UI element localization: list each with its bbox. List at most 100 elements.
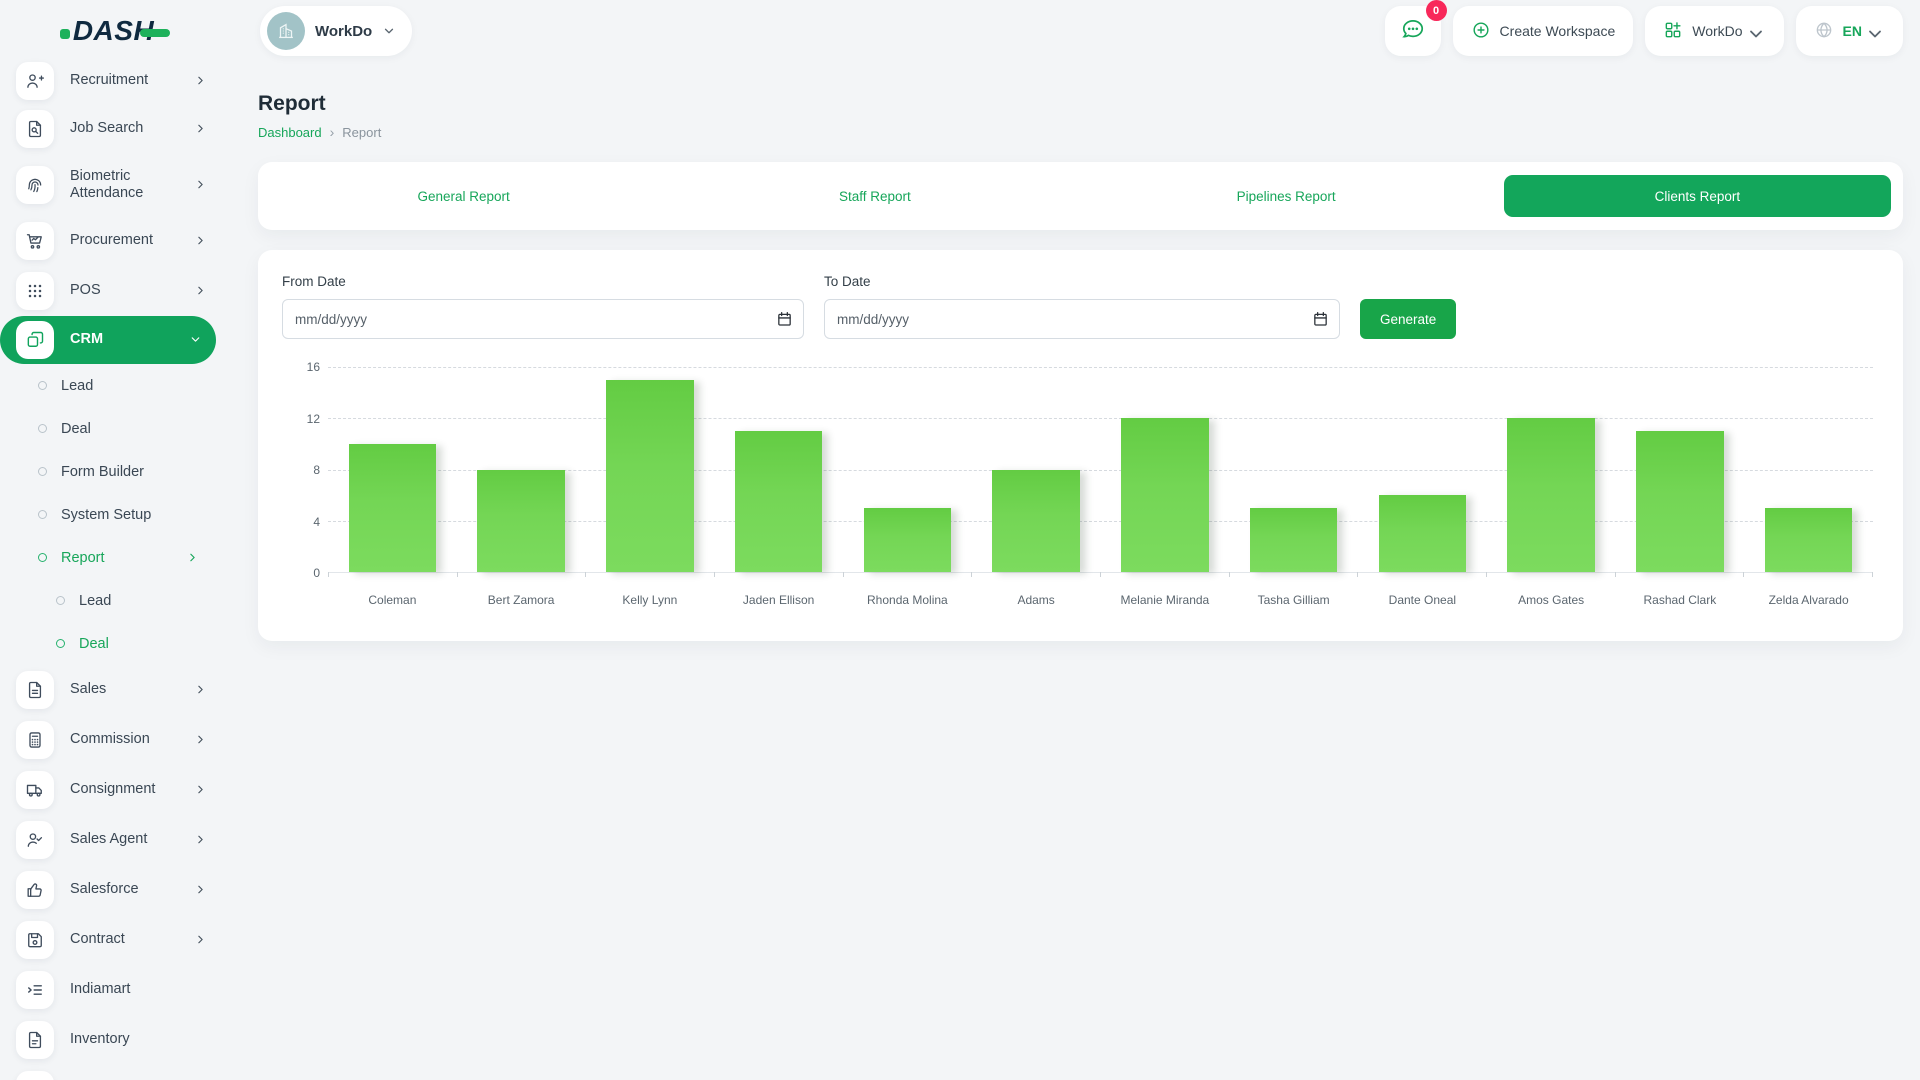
sidebar-item-label: Salesforce xyxy=(70,881,139,898)
sidebar-item-form-builder[interactable]: Form Builder xyxy=(0,450,230,493)
sidebar-item-job-search[interactable]: Job Search xyxy=(0,104,230,154)
bar-melanie-miranda[interactable] xyxy=(1121,418,1209,572)
bar-tasha-gilliam[interactable] xyxy=(1250,508,1338,572)
sidebar-item-salesforce[interactable]: Salesforce xyxy=(0,865,230,915)
chart-x-axis: ColemanBert ZamoraKelly LynnJaden Elliso… xyxy=(328,593,1873,607)
sidebar-item-label: Consignment xyxy=(70,781,155,798)
chevron-right-icon xyxy=(194,234,208,248)
sidebar-item-lead[interactable]: Lead xyxy=(0,364,230,407)
messages-button[interactable]: 0 xyxy=(1385,6,1441,56)
calendar-icon[interactable] xyxy=(1312,311,1329,328)
x-tick xyxy=(1100,572,1101,577)
x-tick xyxy=(714,572,715,577)
bar-slot xyxy=(457,367,586,572)
bar-kelly-lynn[interactable] xyxy=(606,380,694,572)
bar-zelda-alvarado[interactable] xyxy=(1765,508,1853,572)
sidebar-item-system-setup[interactable]: System Setup xyxy=(0,493,230,536)
x-category-label: Tasha Gilliam xyxy=(1229,593,1358,607)
tab-general-report[interactable]: General Report xyxy=(270,175,657,217)
to-date-input[interactable] xyxy=(824,299,1340,339)
bar-rashad-clark[interactable] xyxy=(1636,431,1724,572)
sidebar-item-sales[interactable]: Sales xyxy=(0,665,230,715)
calendar-icon[interactable] xyxy=(776,311,793,328)
breadcrumb-current: Report xyxy=(342,125,381,140)
calculator-icon xyxy=(16,721,54,759)
app-logo[interactable]: DASH xyxy=(60,15,170,47)
sidebar-item-label: Sales Agent xyxy=(70,831,147,848)
sidebar-item-label: Commission xyxy=(70,731,150,748)
bar-dante-oneal[interactable] xyxy=(1379,495,1467,572)
sidebar-item-label: Recruitment xyxy=(70,72,148,89)
sidebar-item-commission[interactable]: Commission xyxy=(0,715,230,765)
sidebar-item-label: Sales xyxy=(70,681,106,698)
x-tick xyxy=(457,572,458,577)
x-category-label: Rashad Clark xyxy=(1616,593,1745,607)
x-category-label: Bert Zamora xyxy=(457,593,586,607)
sidebar-item-biometric-attendance[interactable]: Biometric Attendance xyxy=(0,154,230,216)
bar-rhonda-molina[interactable] xyxy=(864,508,952,572)
sidebar-item-pos[interactable]: POS xyxy=(0,266,230,316)
chevron-right-icon xyxy=(194,74,208,88)
tab-clients-report[interactable]: Clients Report xyxy=(1504,175,1891,217)
chevron-right-icon xyxy=(194,833,208,847)
sidebar-item-consignment[interactable]: Consignment xyxy=(0,765,230,815)
workdo-menu-button[interactable]: WorkDo xyxy=(1645,6,1783,56)
create-workspace-button[interactable]: Create Workspace xyxy=(1453,6,1634,56)
sidebar-item-label: Biometric Attendance xyxy=(70,168,182,202)
chevron-right-icon xyxy=(194,883,208,897)
top-bar: DASH WorkDo 0 xyxy=(0,0,1920,62)
x-tick xyxy=(1615,572,1616,577)
x-category-label: Adams xyxy=(972,593,1101,607)
globe-icon xyxy=(1814,20,1834,43)
workspace-selector[interactable]: WorkDo xyxy=(260,6,412,56)
x-tick xyxy=(843,572,844,577)
x-tick xyxy=(1872,572,1873,577)
cart-icon xyxy=(16,222,54,260)
sidebar-item-indiamart[interactable]: Indiamart xyxy=(0,965,230,1015)
bar-slot xyxy=(714,367,843,572)
workspace-name: WorkDo xyxy=(315,23,372,40)
sidebar-item-recruitment[interactable]: Recruitment xyxy=(0,58,230,104)
bar-slot xyxy=(1744,367,1873,572)
sidebar-item-more[interactable] xyxy=(0,1065,230,1080)
sidebar-item-label: Procurement xyxy=(70,232,153,249)
chart-x-ticks xyxy=(328,572,1873,577)
breadcrumb-dashboard-link[interactable]: Dashboard xyxy=(258,125,322,140)
sidebar-item-label: Lead xyxy=(61,378,93,394)
workdo-menu-label: WorkDo xyxy=(1692,23,1742,39)
sidebar-item-label: Contract xyxy=(70,931,125,948)
sidebar-item-sales-agent[interactable]: Sales Agent xyxy=(0,815,230,865)
sidebar-item-crm[interactable]: CRM xyxy=(0,316,216,364)
language-selector[interactable]: EN xyxy=(1796,6,1903,56)
bullet-icon xyxy=(38,424,47,433)
bar-amos-gates[interactable] xyxy=(1507,418,1595,572)
bar-adams[interactable] xyxy=(992,470,1080,573)
sidebar-item-label: CRM xyxy=(70,331,103,348)
x-tick xyxy=(971,572,972,577)
generate-button[interactable]: Generate xyxy=(1360,299,1456,339)
sidebar-item-report[interactable]: Report xyxy=(0,536,230,579)
sidebar-item-deal[interactable]: Deal xyxy=(0,407,230,450)
tab-slot: Staff Report xyxy=(669,162,1080,230)
bar-slot xyxy=(586,367,715,572)
sidebar-item-lead[interactable]: Lead xyxy=(0,579,230,622)
tab-staff-report[interactable]: Staff Report xyxy=(681,175,1068,217)
x-tick xyxy=(1743,572,1744,577)
main-content: Report Dashboard › Report General Report… xyxy=(230,62,1920,641)
messages-badge: 0 xyxy=(1426,0,1447,21)
tab-slot: Clients Report xyxy=(1492,162,1903,230)
sidebar-item-procurement[interactable]: Procurement xyxy=(0,216,230,266)
from-date-input[interactable] xyxy=(282,299,804,339)
sidebar-item-deal[interactable]: Deal xyxy=(0,622,230,665)
bar-coleman[interactable] xyxy=(349,444,437,572)
tab-pipelines-report[interactable]: Pipelines Report xyxy=(1093,175,1480,217)
bar-bert-zamora[interactable] xyxy=(477,470,565,573)
sidebar-item-inventory[interactable]: Inventory xyxy=(0,1015,230,1065)
sidebar-item-label: System Setup xyxy=(61,507,151,523)
logo-dash-icon xyxy=(140,29,170,37)
x-tick xyxy=(1357,572,1358,577)
sidebar-item-label: Indiamart xyxy=(70,981,130,998)
sidebar-item-contract[interactable]: Contract xyxy=(0,915,230,965)
grid-plus-icon xyxy=(1663,20,1683,43)
bar-jaden-ellison[interactable] xyxy=(735,431,823,572)
